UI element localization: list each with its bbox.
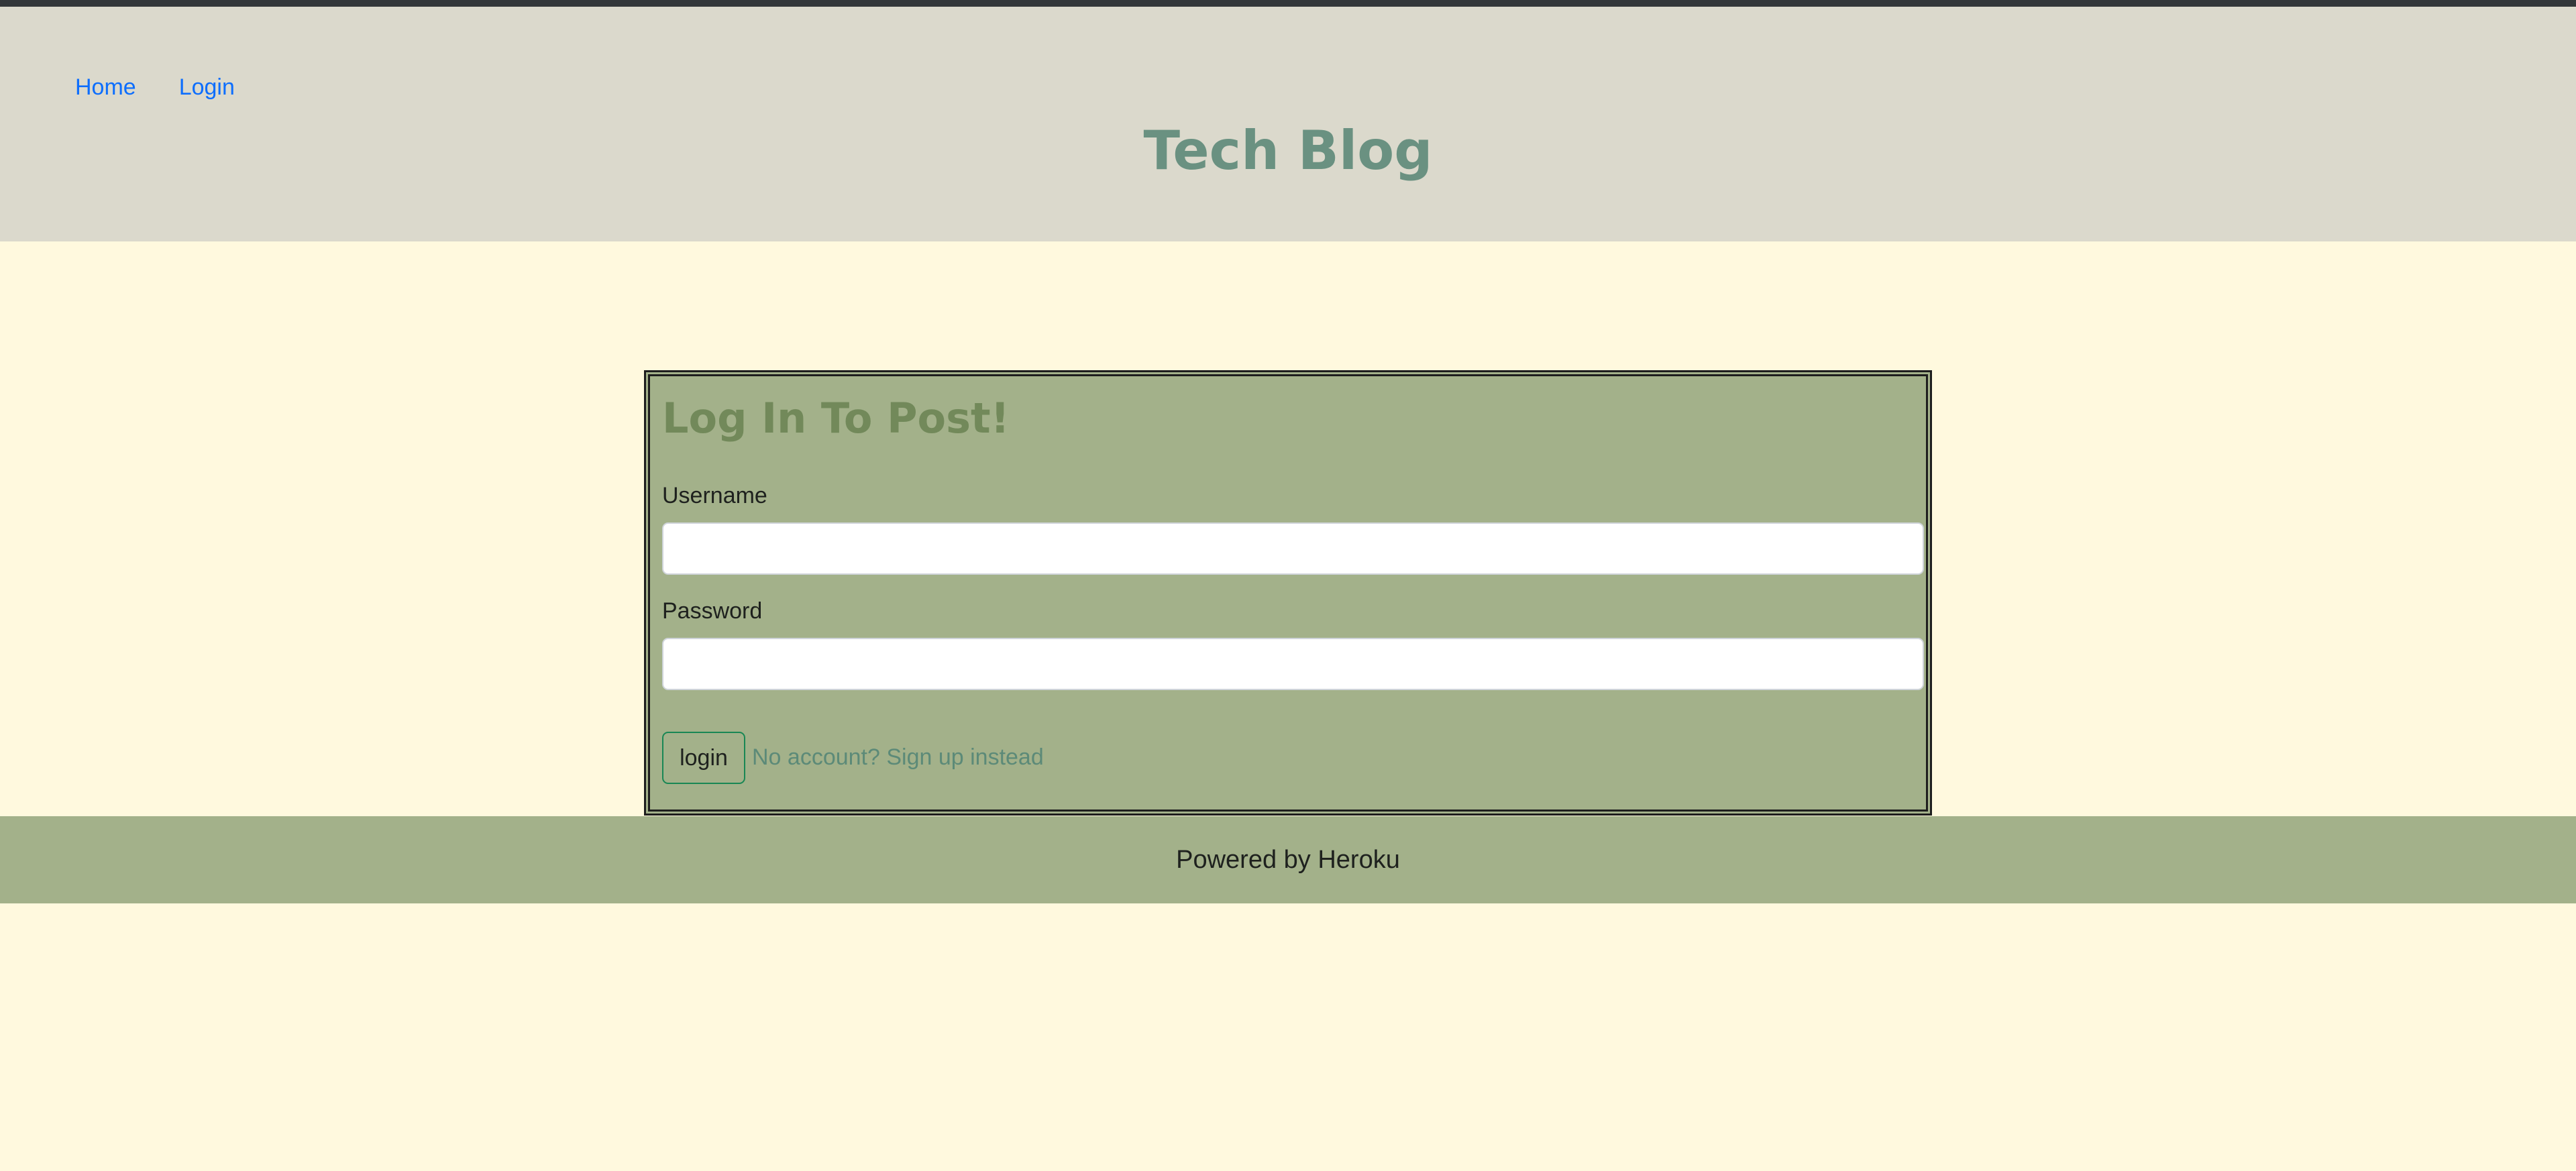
nav-home-link[interactable]: Home xyxy=(75,71,136,103)
site-header: Home Login Tech Blog xyxy=(0,7,2576,241)
login-card-title: Log In To Post! xyxy=(662,394,1010,443)
login-card: Log In To Post! Username Password login … xyxy=(644,370,1932,816)
password-label: Password xyxy=(662,598,763,624)
site-title: Tech Blog xyxy=(1143,119,1433,182)
login-button[interactable]: login xyxy=(662,732,745,784)
username-label: Username xyxy=(662,483,767,508)
site-footer: Powered by Heroku xyxy=(0,816,2576,903)
main-nav: Home Login xyxy=(75,71,235,103)
username-input[interactable] xyxy=(662,522,1924,575)
footer-text: Powered by Heroku xyxy=(1176,845,1400,874)
signup-link[interactable]: No account? Sign up instead xyxy=(752,742,1044,772)
password-input[interactable] xyxy=(662,638,1924,690)
nav-login-link[interactable]: Login xyxy=(179,71,235,103)
window-top-border xyxy=(0,0,2576,7)
